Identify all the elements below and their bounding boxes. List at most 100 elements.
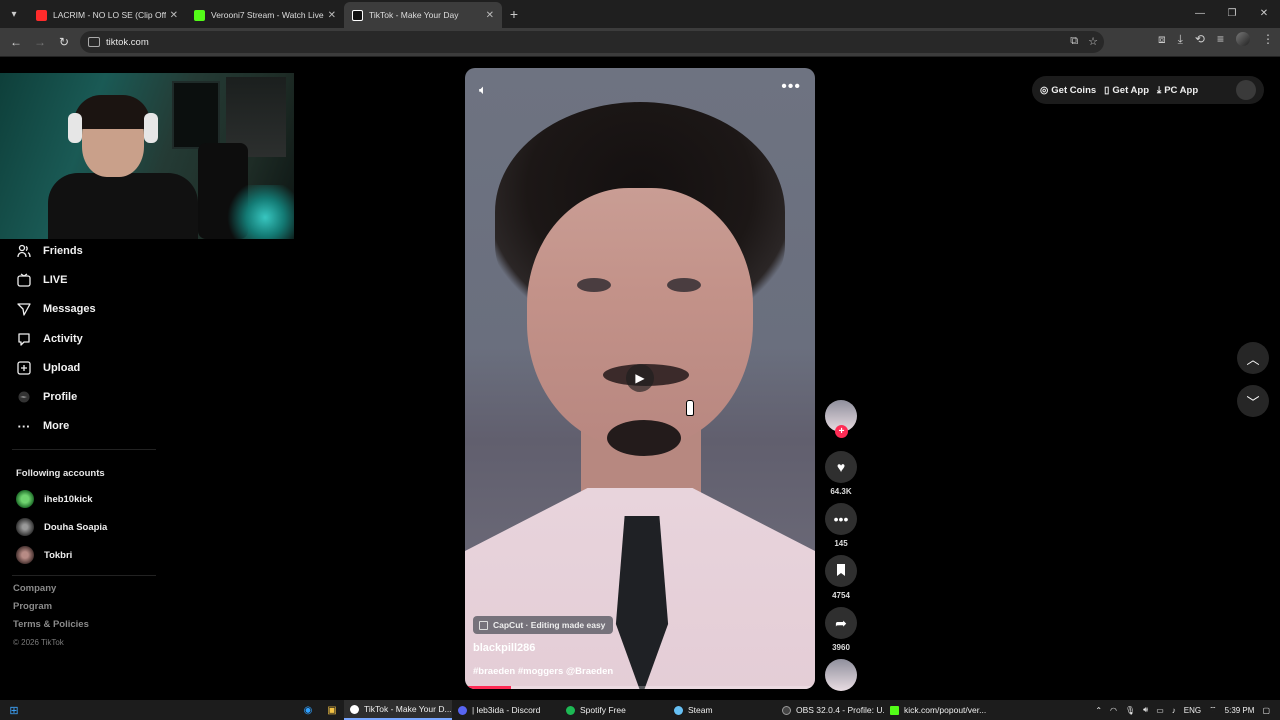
user-avatar[interactable] [1236, 80, 1256, 100]
address-bar[interactable]: tiktok.com ⧉ ☆ [80, 31, 1104, 53]
media-control-icon[interactable]: ≡ [1217, 32, 1224, 47]
next-video-button[interactable]: ﹀ [1237, 385, 1269, 417]
creator-avatar[interactable]: + [825, 400, 857, 438]
like-count: 64.3K [830, 487, 852, 496]
webcam-overlay [0, 73, 294, 239]
profile-avatar[interactable] [1236, 32, 1250, 46]
browser-tab[interactable]: Verooni7 Stream - Watch Live o ✕ [186, 2, 344, 28]
share-button[interactable]: ➦ [825, 607, 857, 639]
taskbar-app-label: kick.com/popout/ver... [904, 705, 987, 715]
sound-avatar[interactable] [825, 659, 857, 691]
follow-plus-icon[interactable]: + [835, 425, 848, 438]
footer-link-terms[interactable]: Terms & Policies [13, 618, 89, 636]
microphone-icon[interactable]: 🎙︎ [1125, 706, 1135, 715]
heart-icon: ♥ [836, 459, 846, 475]
close-tab-icon[interactable]: ✕ [486, 10, 494, 21]
edge-icon[interactable]: ◉ [296, 705, 320, 716]
notifications-icon[interactable]: ▢ [1262, 706, 1270, 715]
following-account[interactable]: iheb10kick [0, 485, 160, 513]
get-coins-button[interactable]: ◎ Get Coins [1040, 85, 1096, 96]
volume-icon[interactable]: 🔈︎ [479, 82, 487, 98]
taskbar-app[interactable]: OBS 32.0.4 - Profile: U... [776, 700, 884, 720]
tab-search-icon[interactable]: ▾ [0, 0, 28, 28]
sidebar-item-upload[interactable]: Upload [0, 353, 160, 382]
chrome-icon [350, 704, 359, 714]
browser-tab-active[interactable]: TikTok - Make Your Day ✕ [344, 2, 502, 28]
more-options-icon[interactable]: ••• [781, 78, 801, 96]
pc-app-button[interactable]: ⤓ PC App [1157, 85, 1198, 96]
comment-button[interactable]: ••• [825, 503, 857, 535]
bookmark-star-icon[interactable]: ☆ [1088, 35, 1098, 48]
spotify-icon [566, 705, 575, 715]
os-taskbar: ⊞ ◉ ▣ TikTok - Make Your D... | leb3ida … [0, 700, 1280, 720]
close-tab-icon[interactable]: ✕ [328, 10, 336, 21]
following-account[interactable]: Douha Soapia [0, 513, 160, 541]
streamer-body [48, 173, 198, 239]
sidebar-item-friends[interactable]: Friends [0, 236, 160, 265]
wifi-icon[interactable]: ⌔ [1209, 705, 1217, 715]
restore-icon[interactable]: ❐ [1216, 0, 1248, 28]
taskbar-app[interactable]: | leb3ida - Discord [452, 700, 560, 720]
language-indicator[interactable]: ENG [1184, 706, 1201, 715]
taskbar-app[interactable]: TikTok - Make Your D... [344, 700, 452, 720]
capcut-badge[interactable]: CapCut · Editing made easy [473, 616, 614, 634]
following-account[interactable]: Tokbri [0, 541, 160, 569]
footer-link-company[interactable]: Company [13, 582, 89, 600]
youtube-icon [36, 9, 47, 21]
close-tab-icon[interactable]: ✕ [170, 10, 178, 21]
history-icon[interactable]: ⟲ [1195, 32, 1205, 47]
browser-tab[interactable]: LACRIM - NO LO SE (Clip Offici ✕ [28, 2, 186, 28]
get-app-button[interactable]: ▯ Get App [1104, 85, 1149, 96]
play-icon[interactable]: ▶ [626, 364, 654, 392]
header-actions: ◎ Get Coins ▯ Get App ⤓ PC App [1032, 76, 1264, 104]
file-explorer-icon[interactable]: ▣ [320, 705, 344, 716]
led-light [222, 185, 294, 239]
kick-icon [890, 705, 899, 715]
forward-icon[interactable]: → [28, 35, 52, 49]
save-count: 4754 [832, 591, 850, 600]
save-button[interactable] [825, 555, 857, 587]
install-app-icon[interactable]: ⧉ [1070, 35, 1078, 48]
windows-start-icon[interactable]: ⊞ [0, 704, 28, 717]
network-icon[interactable]: ▭ [1156, 706, 1164, 715]
speaker-icon[interactable]: ♪ [1172, 706, 1176, 715]
window-controls: — ❐ ✕ [1184, 0, 1280, 28]
site-info-icon[interactable] [88, 37, 100, 47]
video-caption[interactable]: #braeden #moggers @Braeden [473, 666, 613, 677]
taskbar-app[interactable]: Steam [668, 700, 776, 720]
back-icon[interactable]: ← [4, 35, 28, 49]
clock[interactable]: 5:39 PM [1225, 706, 1255, 715]
video-player[interactable]: 🔈︎ ••• ▶ CapCut · Editing made easy blac… [465, 68, 815, 689]
sidebar-item-messages[interactable]: Messages [0, 295, 160, 324]
sidebar-item-more[interactable]: ··· More [0, 412, 160, 441]
account-name: iheb10kick [44, 493, 93, 505]
comment-count: 145 [834, 539, 848, 548]
previous-video-button[interactable]: ︿ [1237, 342, 1269, 374]
new-tab-button[interactable]: + [502, 6, 526, 22]
menu-icon[interactable]: ⋮ [1262, 32, 1274, 47]
tray-overflow-icon[interactable]: ⌃ [1095, 706, 1102, 715]
taskbar-app-label: Spotify Free [580, 705, 626, 715]
friends-icon [16, 243, 32, 259]
taskbar-app[interactable]: kick.com/popout/ver... [884, 700, 992, 720]
sidebar-item-live[interactable]: LIVE [0, 265, 160, 294]
video-username[interactable]: blackpill286 [473, 642, 535, 654]
footer-links: Company Program Terms & Policies © 2026 … [13, 582, 89, 654]
extensions-icon[interactable]: ⧈ [1158, 32, 1166, 47]
reload-icon[interactable]: ↻ [52, 35, 76, 49]
messages-icon [16, 301, 32, 317]
tab-title: LACRIM - NO LO SE (Clip Offici [53, 10, 166, 20]
sidebar-item-profile[interactable]: Profile [0, 382, 160, 411]
headset-icon[interactable]: ◠ [1110, 706, 1117, 715]
like-button[interactable]: ♥ [825, 451, 857, 483]
volume-icon[interactable]: 🔊︎ [1143, 705, 1148, 715]
activity-icon [16, 331, 32, 347]
footer-link-program[interactable]: Program [13, 600, 89, 618]
taskbar-app[interactable]: Spotify Free [560, 700, 668, 720]
chevron-up-icon: ︿ [1246, 351, 1260, 367]
downloads-icon[interactable]: ⤓ [1178, 32, 1183, 47]
sidebar-item-activity[interactable]: Activity [0, 324, 160, 353]
video-progress-bar[interactable] [465, 686, 815, 689]
close-window-icon[interactable]: ✕ [1248, 0, 1280, 28]
minimize-icon[interactable]: — [1184, 0, 1216, 28]
